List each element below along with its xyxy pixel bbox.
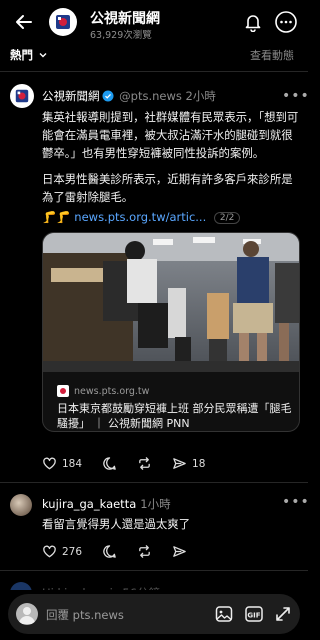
reply-more-icon[interactable]: ••• xyxy=(282,494,310,510)
author-name[interactable]: 公視新聞網 xyxy=(42,89,100,103)
post-actions: 184 18 xyxy=(42,456,225,471)
more-options-icon[interactable] xyxy=(274,10,298,34)
user-avatar-icon xyxy=(19,607,35,624)
verified-badge-icon xyxy=(102,90,113,102)
comment-icon xyxy=(103,545,116,558)
like-count: 184 xyxy=(62,457,83,470)
share-button[interactable]: 18 xyxy=(172,456,205,471)
leg-emoji: 🦵🦵 xyxy=(42,210,71,224)
reply-like-button[interactable]: 276 xyxy=(42,544,82,559)
reply-comment-button[interactable] xyxy=(102,544,117,559)
svg-text:GIF: GIF xyxy=(247,612,260,620)
reply-actions: 276 xyxy=(42,544,207,559)
source-favicon-icon xyxy=(57,385,69,397)
page-title: 公視新聞網 xyxy=(90,11,160,27)
back-arrow-icon[interactable] xyxy=(14,12,34,32)
reply-like-count: 276 xyxy=(62,545,83,558)
preview-photo xyxy=(43,233,299,372)
thread-count-badge: 2/2 xyxy=(213,212,241,224)
send-icon xyxy=(173,546,186,557)
like-button[interactable]: 184 xyxy=(42,456,82,471)
reply-input[interactable]: 回覆 pts.news xyxy=(46,607,124,623)
post-text-1: 集英社報導則提到，社群媒體有民眾表示，「想到可能會在滿員電車裡，被大叔沾滿汗水的… xyxy=(42,110,299,160)
gif-icon[interactable]: GIF xyxy=(244,604,264,624)
reply-input-box[interactable]: 回覆 pts.news GIF xyxy=(8,594,300,634)
post-link[interactable]: news.pts.org.tw/artic... xyxy=(74,210,206,224)
share-count: 18 xyxy=(192,457,206,470)
view-activity-link[interactable]: 查看動態 xyxy=(250,47,294,63)
repost-icon xyxy=(139,545,150,558)
repost-icon xyxy=(139,457,150,470)
reply-composer: 回覆 pts.news GIF xyxy=(0,590,308,640)
divider xyxy=(0,71,308,72)
bell-icon[interactable] xyxy=(243,12,263,32)
expand-icon[interactable] xyxy=(273,604,293,624)
post-more-icon[interactable]: ••• xyxy=(282,88,310,104)
card-title: 日本東京都鼓勵穿短褲上班 部分民眾稱遭「腿毛騷擾」 ｜ 公視新聞網 PNN xyxy=(57,402,292,430)
post-link-line: 🦵🦵 news.pts.org.tw/artic... 2/2 xyxy=(42,210,241,224)
reply-author[interactable]: kujira_ga_kaetta xyxy=(42,497,136,511)
author-handle: @pts.news xyxy=(119,89,182,103)
reply-share-button[interactable] xyxy=(172,544,187,559)
comment-icon xyxy=(103,457,116,470)
post-header: 公視新聞網 @pts.news 2小時 xyxy=(42,88,216,104)
heart-icon xyxy=(43,545,56,558)
pts-logo-icon xyxy=(15,89,29,103)
sort-dropdown[interactable]: 熱門 xyxy=(10,47,33,63)
post-time: 2小時 xyxy=(185,89,216,103)
reply-header: kujira_ga_kaetta 1小時 xyxy=(42,496,171,512)
view-count: 63,929次瀏覽 xyxy=(90,30,152,41)
author-avatar[interactable] xyxy=(10,84,34,108)
reply-avatar[interactable] xyxy=(10,494,32,516)
heart-icon xyxy=(43,457,56,470)
post-text-2: 日本男性醫美診所表示，近期有許多客戶來診所是為了雷射除腿毛。 xyxy=(42,172,293,204)
image-icon[interactable] xyxy=(214,604,234,624)
repost-button[interactable] xyxy=(137,456,152,471)
card-source: news.pts.org.tw xyxy=(57,385,149,397)
reply-repost-button[interactable] xyxy=(137,544,152,559)
sort-filter-row: 熱門 查看動態 xyxy=(0,44,308,66)
reply-text: 看留言覺得男人還是過太爽了 xyxy=(42,517,191,531)
card-source-domain: news.pts.org.tw xyxy=(74,385,150,397)
user-avatar xyxy=(16,603,38,625)
top-bar: 公視新聞網 63,929次瀏覽 xyxy=(0,0,308,46)
link-preview-card[interactable]: news.pts.org.tw 日本東京都鼓勵穿短褲上班 部分民眾稱遭「腿毛騷擾… xyxy=(42,232,300,432)
reply-time: 1小時 xyxy=(140,497,171,511)
chevron-down-icon[interactable] xyxy=(38,50,48,60)
comment-button[interactable] xyxy=(102,456,117,471)
pts-logo-icon xyxy=(56,15,70,29)
divider xyxy=(0,482,308,483)
divider xyxy=(0,570,308,571)
page-logo[interactable] xyxy=(49,8,77,36)
send-icon xyxy=(173,458,186,469)
